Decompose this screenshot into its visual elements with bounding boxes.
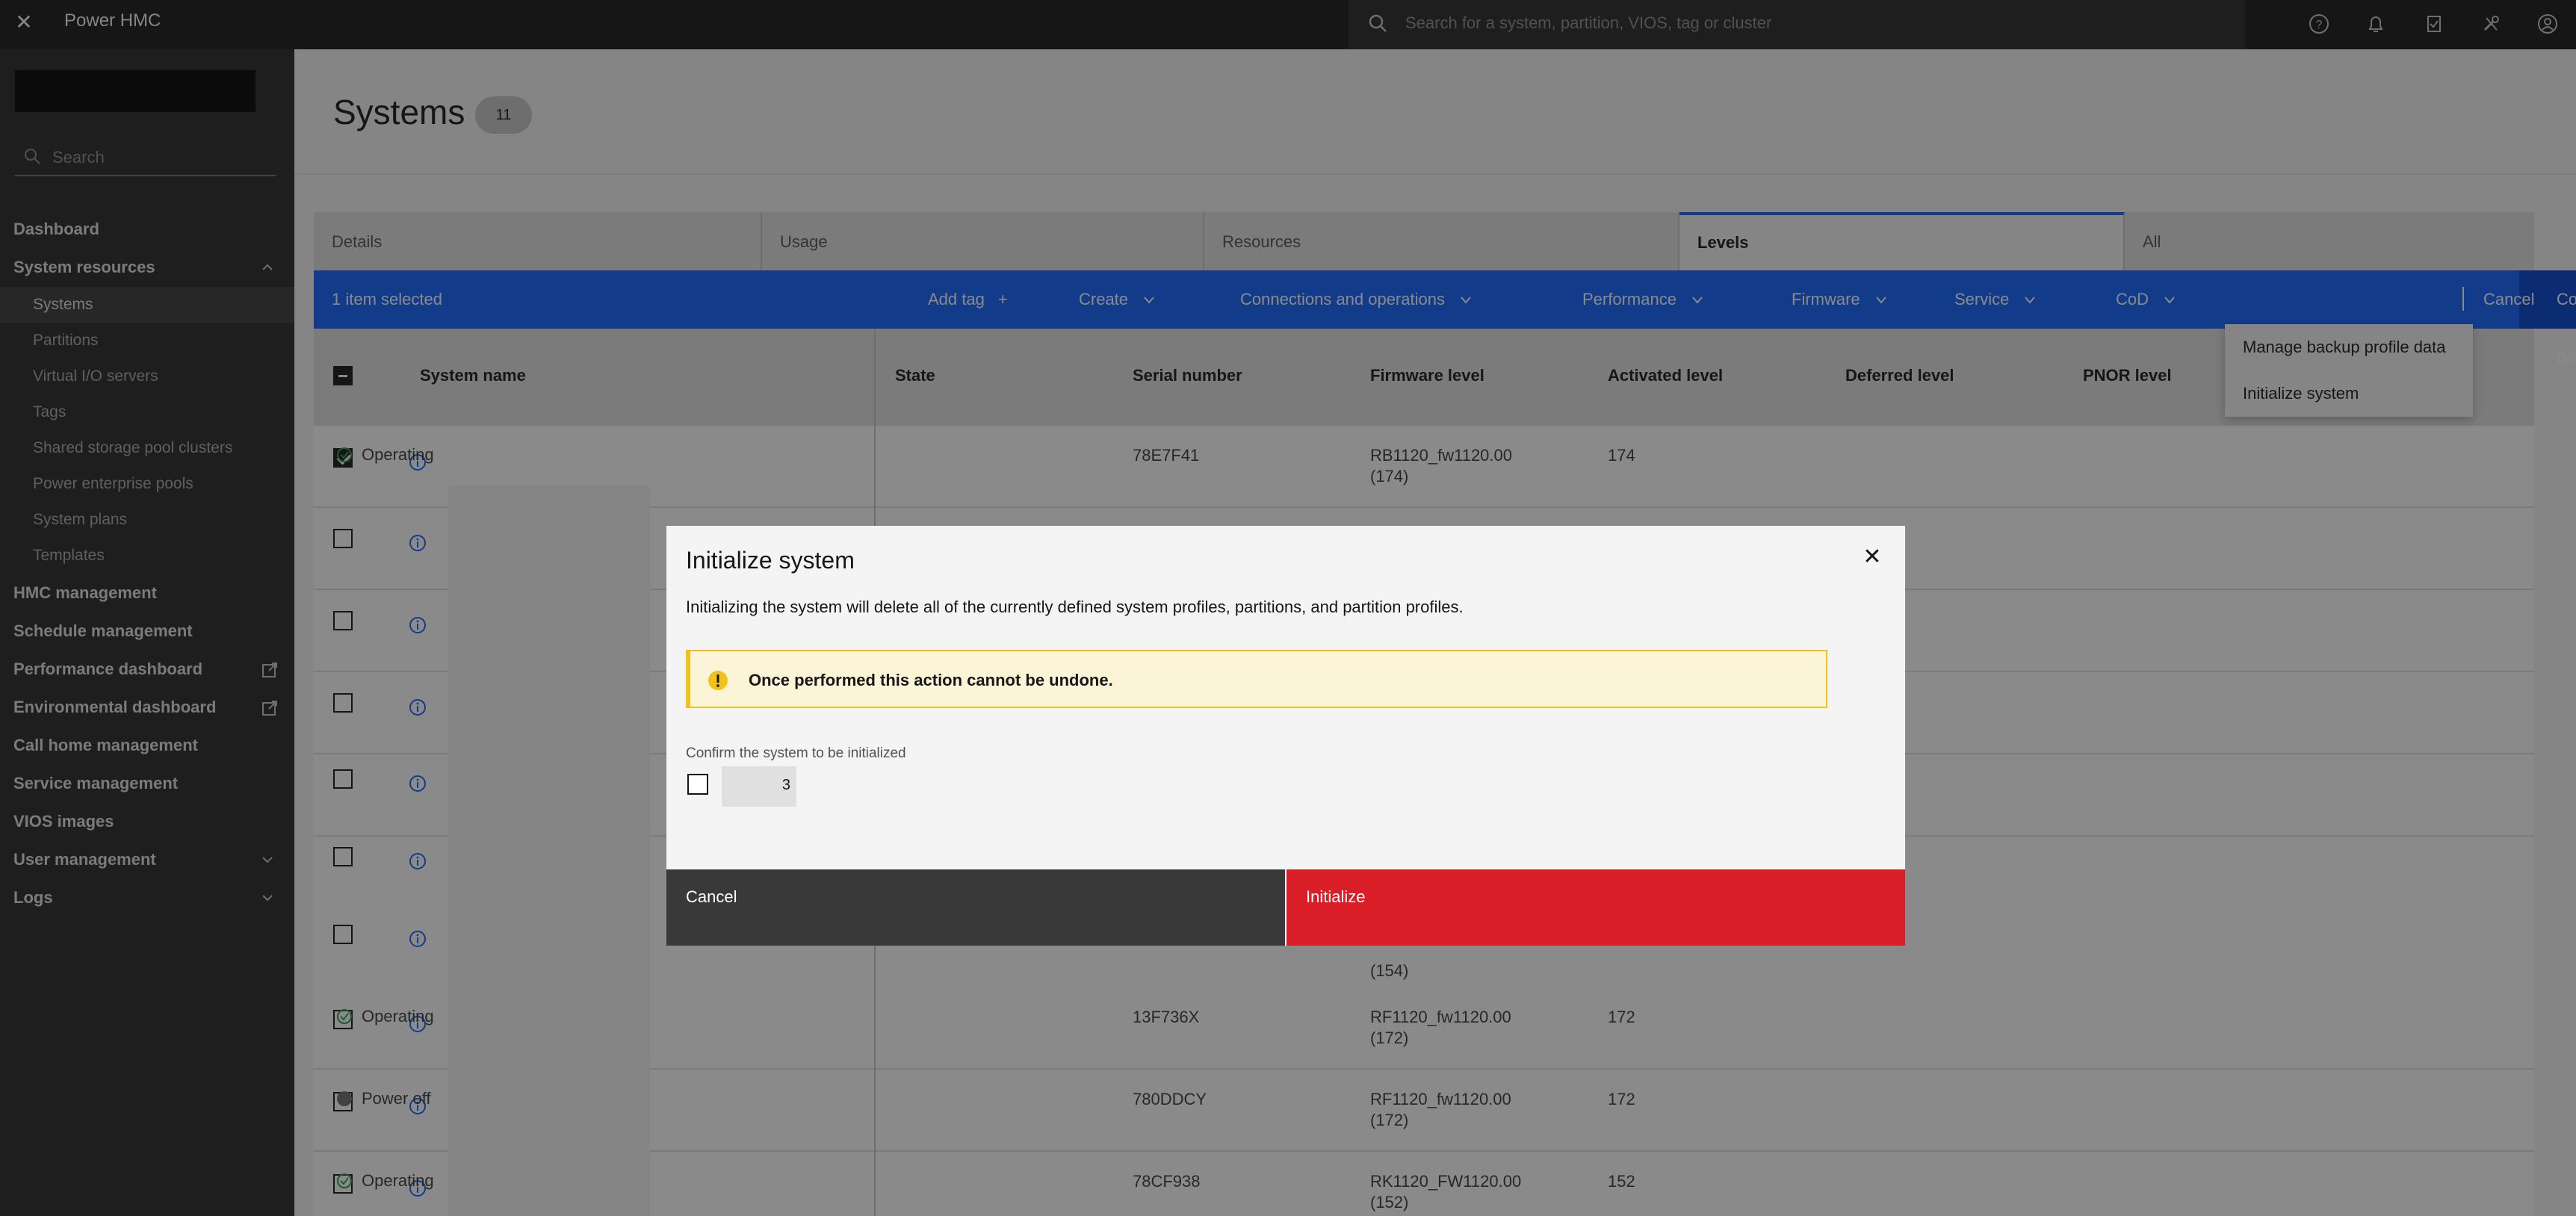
initialize-button[interactable]: Initialize — [1287, 869, 1905, 946]
warning-text: Once performed this action cannot be und… — [749, 671, 1113, 689]
redacted-system-name: 3 — [722, 766, 796, 807]
warning-icon — [708, 671, 728, 690]
system-name-fragment: 3 — [781, 777, 790, 793]
modal-close-icon[interactable]: ✕ — [1859, 544, 1886, 571]
modal-description: Initializing the system will delete all … — [686, 598, 1464, 616]
modal-title: Initialize system — [686, 547, 855, 574]
initialize-system-modal: Initialize system ✕ Initializing the sys… — [666, 526, 1905, 946]
confirm-label: Confirm the system to be initialized — [686, 745, 906, 761]
warning-notification: Once performed this action cannot be und… — [686, 650, 1827, 708]
confirm-system-checkbox[interactable] — [687, 774, 708, 795]
modal-cancel-button[interactable]: Cancel — [666, 869, 1285, 946]
